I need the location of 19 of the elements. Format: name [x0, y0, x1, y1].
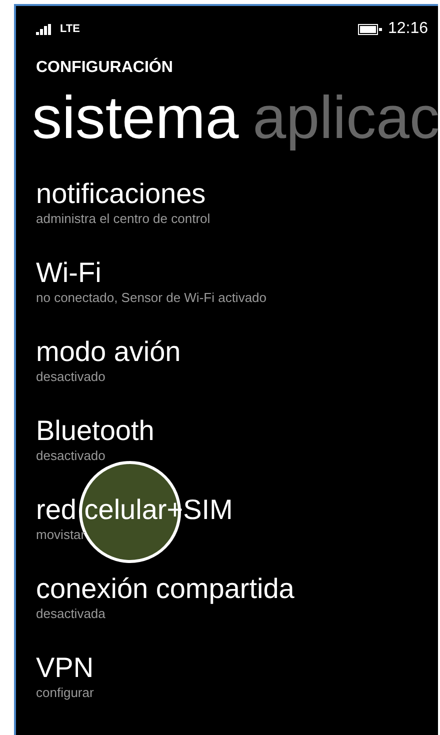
setting-title[interactable]: VPN: [36, 651, 94, 685]
setting-title[interactable]: Wi-Fi: [36, 256, 102, 290]
battery-icon: [358, 24, 382, 34]
setting-subtitle: no conectado, Sensor de Wi-Fi activado: [36, 290, 267, 306]
setting-title[interactable]: conexión compartida: [36, 572, 294, 606]
setting-title[interactable]: notificaciones: [36, 177, 206, 211]
setting-subtitle: desactivado: [36, 448, 106, 464]
setting-subtitle: desactivada: [36, 606, 106, 622]
pivot-header[interactable]: sistema: [32, 85, 239, 151]
clock-time: 12:16: [388, 20, 428, 38]
setting-subtitle: administra el centro de control: [36, 211, 210, 227]
setting-subtitle: desactivado: [36, 369, 106, 385]
app-title: CONFIGURACIÓN: [35, 56, 174, 77]
network-type: LTE: [60, 23, 80, 35]
setting-subtitle: movistar: [36, 527, 86, 543]
signal-icon: [36, 24, 54, 34]
setting-title[interactable]: modo avión: [36, 335, 181, 369]
setting-subtitle: configurar: [36, 685, 94, 701]
setting-title[interactable]: Bluetooth: [36, 414, 154, 448]
